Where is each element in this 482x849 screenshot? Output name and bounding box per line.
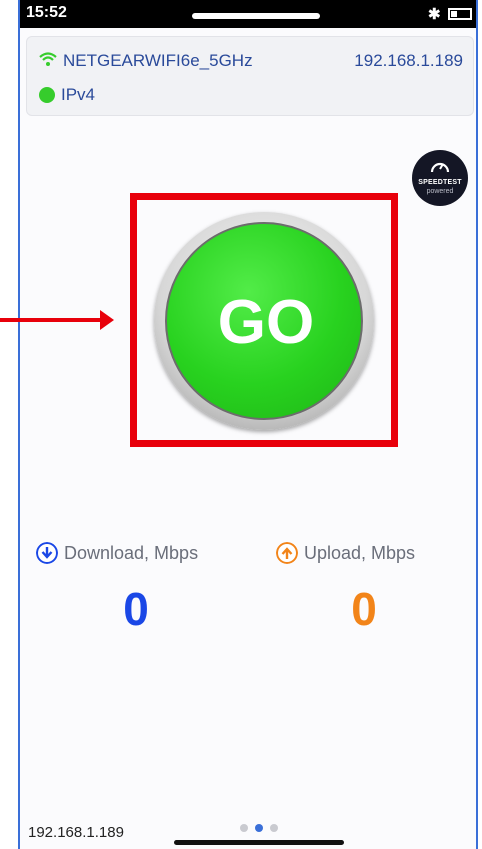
speedtest-powered-badge[interactable]: SPEEDTEST powered (412, 150, 468, 206)
badge-subtitle: powered (426, 188, 454, 195)
page-dot[interactable] (240, 824, 248, 832)
status-time: 15:52 (26, 4, 67, 21)
download-label: Download, Mbps (64, 543, 199, 563)
download-value: 0 (123, 583, 149, 635)
upload-label: Upload, Mbps (304, 543, 416, 563)
go-button-label: GO (217, 288, 315, 357)
wifi-icon (39, 52, 57, 66)
annotation-arrow-line (0, 318, 102, 322)
go-button-ring: GO (154, 212, 374, 430)
download-metric: Download, Mbps 0 (36, 540, 256, 680)
gauge-icon (430, 162, 450, 173)
battery-icon (448, 8, 472, 20)
upload-value: 0 (351, 583, 377, 635)
network-info-card[interactable]: NETGEARWIFI6e_5GHz 192.168.1.189 IPv4 (26, 36, 474, 116)
go-button-highlight-frame: GO (130, 193, 398, 447)
annotation-arrow-head (100, 310, 114, 330)
page-dot[interactable] (270, 824, 278, 832)
badge-title: SPEEDTEST (418, 179, 462, 186)
bluetooth-icon: ✱ (428, 6, 441, 23)
upload-metric: Upload, Mbps 0 (276, 540, 476, 680)
go-button[interactable]: GO (165, 222, 363, 420)
download-arrow-icon (36, 542, 58, 564)
page-dot-active[interactable] (255, 824, 263, 832)
network-ssid: NETGEARWIFI6e_5GHz (63, 51, 253, 70)
phone-screen: 15:52 ✱ NETGEARWIFI6e_5GHz 192.168.1.189… (18, 0, 478, 849)
device-ip-address: 192.168.1.189 (354, 51, 463, 70)
notch-pill (192, 13, 320, 19)
ip-protocol-label: IPv4 (61, 85, 96, 104)
upload-arrow-icon (276, 542, 298, 564)
home-indicator-bar[interactable] (174, 840, 344, 845)
status-bar: 15:52 ✱ (20, 0, 476, 28)
footer-ip-address: 192.168.1.189 (28, 824, 124, 841)
connection-status-dot (39, 87, 55, 103)
